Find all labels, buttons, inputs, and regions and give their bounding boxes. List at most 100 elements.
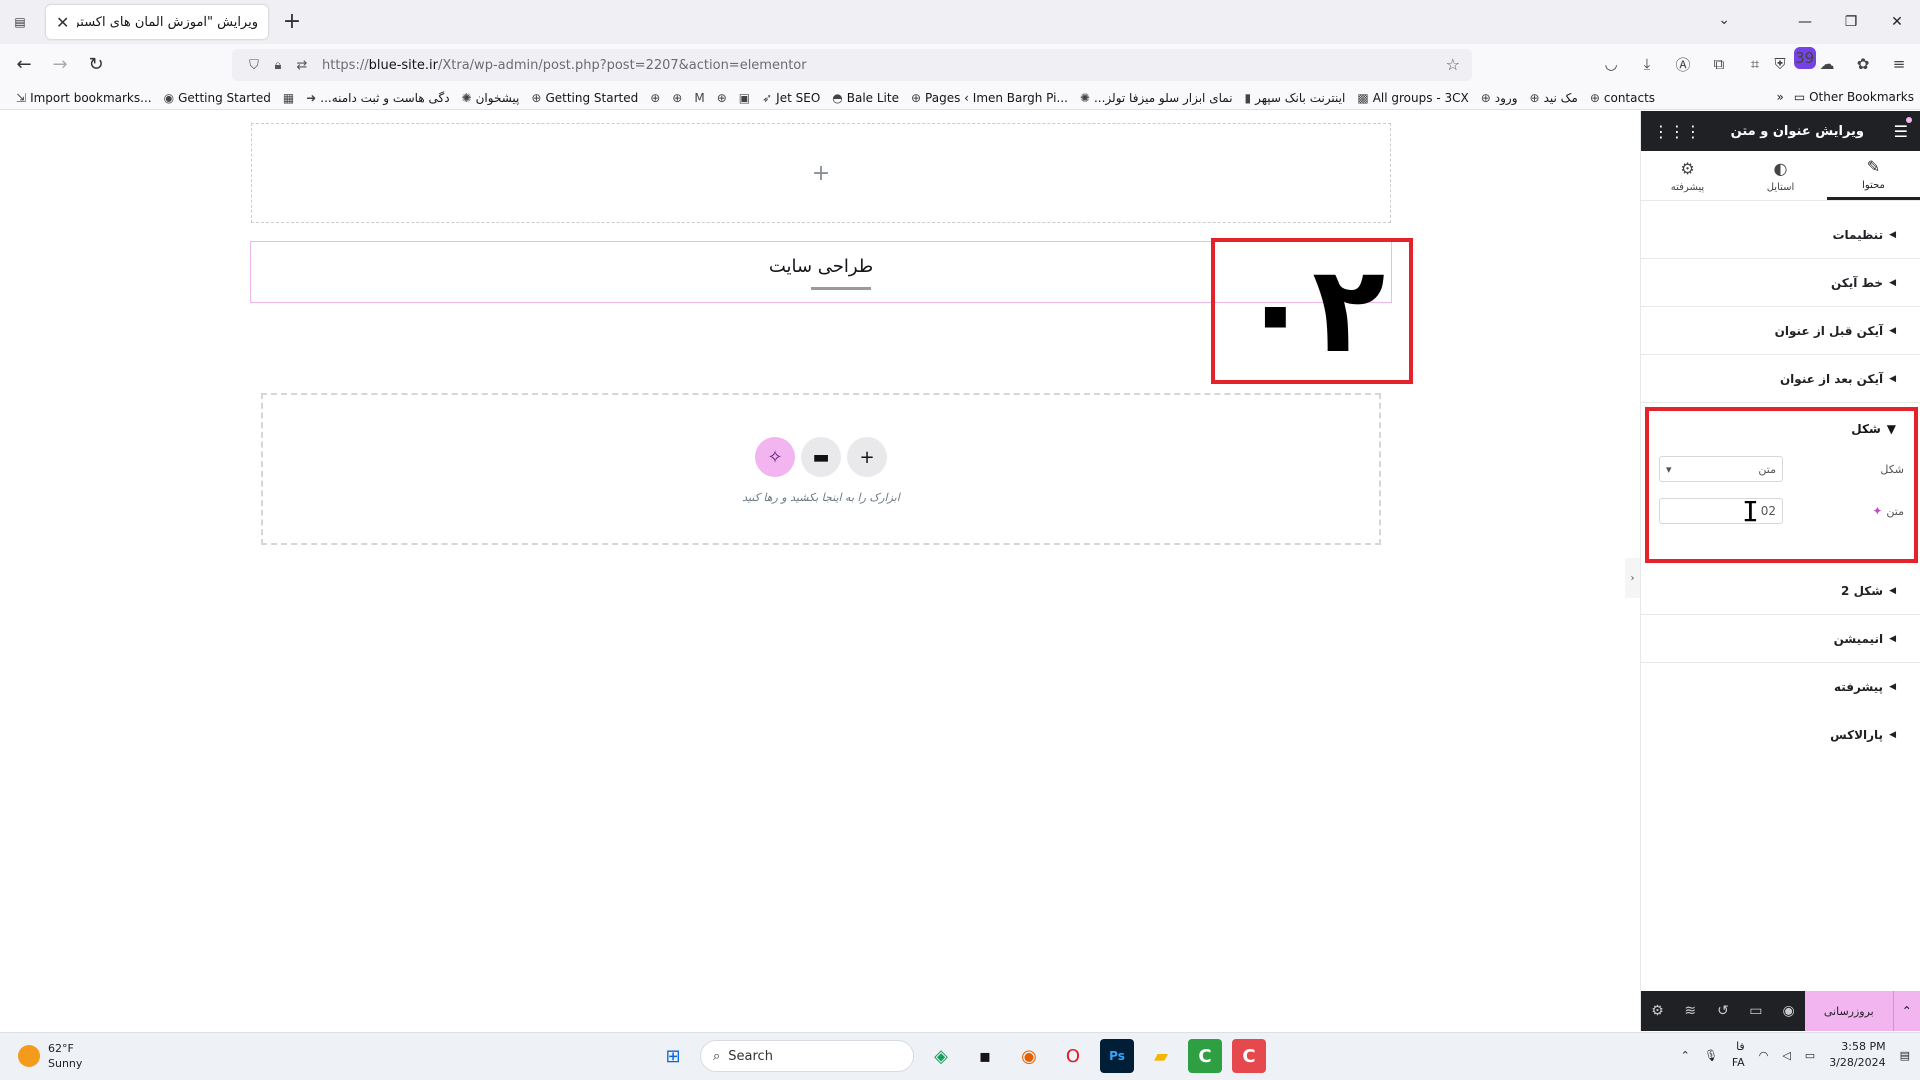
download-icon[interactable]: ⤓ <box>1636 53 1658 75</box>
hamburger-menu-icon[interactable]: ☰ <box>1894 122 1908 141</box>
close-tab-icon[interactable]: ✕ <box>56 13 69 32</box>
reload-icon[interactable]: ↻ <box>84 53 108 77</box>
folder-icon[interactable]: ▰ <box>1144 1039 1178 1073</box>
shield-icon[interactable]: ⛉ <box>242 58 266 73</box>
menu-icon[interactable]: ≡ <box>1888 53 1910 75</box>
wifi-icon[interactable]: ◠ <box>1759 1049 1769 1062</box>
bookmark-item[interactable]: ⊕ <box>666 91 688 105</box>
text-input[interactable]: 02 I <box>1659 495 1783 528</box>
language-indicator[interactable]: فا FA <box>1732 1039 1745 1071</box>
copilot-icon[interactable]: ◈ <box>924 1039 958 1073</box>
bookmark-item[interactable]: ⊕ Pages ‹ Imen Bargh Pi... <box>905 91 1074 105</box>
camtasia-red-icon[interactable]: C <box>1232 1039 1266 1073</box>
section-shape-header[interactable]: ▼ شکل <box>1649 411 1914 447</box>
bookmark-item[interactable]: ⊕ Getting Started <box>525 91 644 105</box>
history-icon[interactable]: ↺ <box>1707 1003 1740 1019</box>
bookmark-item[interactable]: ➜ ...دگی هاست و ثبت دامنه <box>300 91 455 105</box>
other-bookmarks[interactable]: ▭ Other Bookmarks <box>1794 90 1914 104</box>
more-bookmarks-icon[interactable]: » <box>1777 90 1784 104</box>
ai-sparkle-icon[interactable]: ✧ <box>755 437 795 477</box>
url-text[interactable]: https://blue-site.ir/Xtra/wp-admin/post.… <box>322 58 807 73</box>
microphone-icon[interactable]: 🎙︎ <box>1704 1049 1718 1062</box>
widgets-grid-icon[interactable]: ⋮⋮⋮ <box>1653 122 1701 141</box>
url-bar[interactable]: ⛉ 🔒︎ ⇄ https://blue-site.ir/Xtra/wp-admi… <box>232 49 1472 81</box>
permissions-icon[interactable]: ⇄ <box>290 58 314 73</box>
tab-advanced[interactable]: ⚙ پیشرفته <box>1641 151 1734 200</box>
start-windows-icon[interactable]: ⊞ <box>656 1039 690 1073</box>
section-animation[interactable]: ◀ انیمیشن <box>1641 615 1920 663</box>
close-window-icon[interactable]: ✕ <box>1874 14 1920 30</box>
crop-icon[interactable]: ⌗ <box>1744 53 1766 75</box>
account-icon[interactable]: Ⓐ <box>1672 53 1694 75</box>
shape-select[interactable]: متن ▾ <box>1659 456 1783 482</box>
pocket-icon[interactable]: ◡ <box>1600 53 1622 75</box>
bookmark-item[interactable]: ⊕ مک نید <box>1524 91 1584 105</box>
bookmark-star-icon[interactable]: ☆ <box>1446 55 1460 74</box>
section-shape-2[interactable]: ◀ شکل 2 <box>1641 567 1920 615</box>
bookmark-item[interactable]: M <box>688 91 710 105</box>
ai-sparkle-icon[interactable]: ✦ <box>1872 504 1882 518</box>
tab-content-label: محتوا <box>1862 180 1885 191</box>
shield-extension-icon[interactable]: ⛨ 39 <box>1774 47 1816 75</box>
update-button[interactable]: بروزرسانی <box>1805 991 1893 1031</box>
new-tab-icon[interactable]: + <box>280 9 304 34</box>
tab-content[interactable]: ✎ محتوا <box>1827 151 1920 200</box>
section-icon-line[interactable]: ◀ خط آیکن <box>1641 259 1920 307</box>
volume-icon[interactable]: ◁ <box>1782 1049 1790 1062</box>
minimize-icon[interactable]: — <box>1782 14 1828 30</box>
bookmark-item[interactable]: ◉ Getting Started <box>158 91 277 105</box>
camtasia-green-icon[interactable]: C <box>1188 1039 1222 1073</box>
chevron-up-icon[interactable]: ⌃ <box>1892 991 1920 1031</box>
section-parallax[interactable]: ◀ پارالاکس <box>1641 711 1920 759</box>
bookmark-item[interactable]: ➶ Jet SEO <box>756 91 826 105</box>
extension-icon[interactable]: ⧉ <box>1708 53 1730 75</box>
cloud-icon[interactable]: ☁ <box>1816 53 1838 75</box>
add-section-icon[interactable]: + <box>812 161 830 186</box>
chevron-up-icon[interactable]: ⌃ <box>1681 1049 1690 1062</box>
bookmark-label: ورود <box>1494 90 1518 105</box>
bookmark-item[interactable]: ✺ پیشخوان <box>456 91 526 105</box>
forward-icon[interactable]: → <box>48 53 72 77</box>
bookmark-item[interactable]: ▣ <box>733 91 756 105</box>
empty-section[interactable]: + <box>251 123 1391 223</box>
tab-style[interactable]: ◐ استایل <box>1734 151 1827 200</box>
panel-collapse-icon[interactable]: › <box>1625 558 1640 598</box>
lock-icon[interactable]: 🔒︎ <box>266 58 290 73</box>
firefox-icon[interactable]: ◉ <box>1012 1039 1046 1073</box>
chevron-down-icon[interactable]: ⌄ <box>1718 12 1730 28</box>
section-icon-before[interactable]: ◀ آیکن قبل از عنوان <box>1641 307 1920 355</box>
notification-icon[interactable]: ▤ <box>1900 1049 1910 1062</box>
list-all-tabs-icon[interactable]: ▤ <box>8 10 32 34</box>
folder-icon[interactable]: ▬ <box>801 437 841 477</box>
bookmark-item[interactable]: ⊕ <box>644 91 666 105</box>
bookmark-item[interactable]: ⊕ contacts <box>1584 91 1661 105</box>
settings-icon[interactable]: ⚙ <box>1641 1003 1674 1019</box>
responsive-mode-icon[interactable]: ▭ <box>1739 1003 1772 1019</box>
weather-widget[interactable]: 62°F Sunny <box>18 1041 82 1071</box>
bookmark-item[interactable]: ⊕ <box>711 91 733 105</box>
back-icon[interactable]: ← <box>12 53 36 77</box>
photoshop-icon[interactable]: Ps <box>1100 1039 1134 1073</box>
bookmark-item[interactable]: ⊕ ورود <box>1475 91 1524 105</box>
bookmark-item[interactable]: ⇲ Import bookmarks... <box>10 91 158 105</box>
section-icon-after[interactable]: ◀ آیکن بعد از عنوان <box>1641 355 1920 403</box>
browser-tab[interactable]: ویرایش "آموزش المان های اکسترا – ما ✕ <box>46 5 268 39</box>
opera-icon[interactable]: O <box>1056 1039 1090 1073</box>
add-icon[interactable]: + <box>847 437 887 477</box>
bookmark-item[interactable]: ▮ اینترنت بانک سپهر <box>1239 91 1352 105</box>
flower-icon[interactable]: ✿ <box>1852 53 1874 75</box>
bookmark-item[interactable]: ▦ <box>277 91 300 105</box>
section-settings[interactable]: ◀ تنظیمات <box>1641 211 1920 259</box>
file-explorer-dark-icon[interactable]: ▪ <box>968 1039 1002 1073</box>
bookmark-item[interactable]: ◓ Bale Lite <box>826 91 905 105</box>
navigator-layers-icon[interactable]: ≋ <box>1674 1003 1707 1019</box>
taskbar-search[interactable]: ⌕ Search <box>700 1040 914 1072</box>
clock[interactable]: 3:58 PM 3/28/2024 <box>1829 1039 1885 1071</box>
battery-icon[interactable]: ▭ <box>1805 1049 1815 1062</box>
bookmark-item[interactable]: ✺ ...نمای ابزار سلو میزفا تولز <box>1074 91 1239 105</box>
restore-icon[interactable]: ❐ <box>1828 14 1874 30</box>
section-advanced[interactable]: ◀ پیشرفته <box>1641 663 1920 711</box>
widget-drop-zone[interactable]: ✧ ▬ + ابزارک را به اینجا بکشید و رها کنی… <box>261 393 1381 545</box>
preview-eye-icon[interactable]: ◉ <box>1772 1003 1805 1019</box>
bookmark-item[interactable]: ▩ All groups - 3CX <box>1351 91 1474 105</box>
